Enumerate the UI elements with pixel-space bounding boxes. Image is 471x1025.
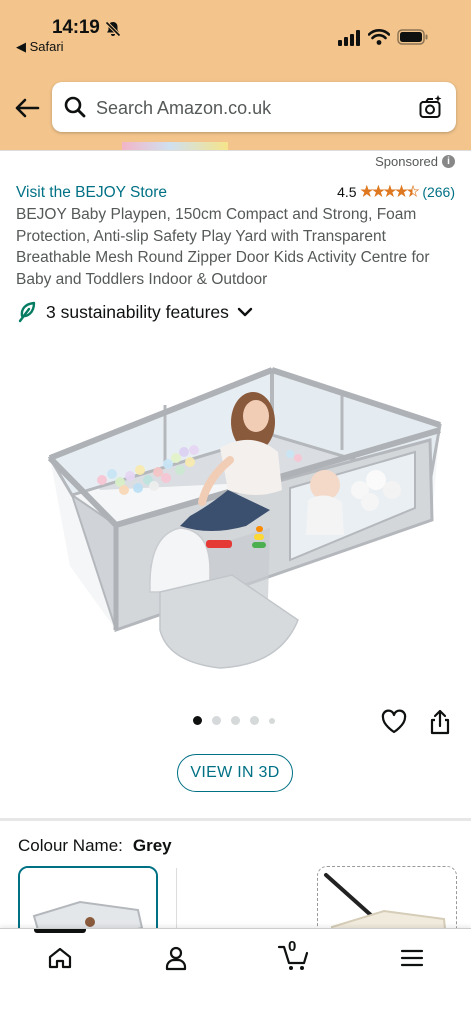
heart-icon[interactable] xyxy=(380,708,408,736)
cellular-signal-icon xyxy=(338,30,360,46)
tab-menu[interactable] xyxy=(392,941,432,975)
carousel-dot-2[interactable] xyxy=(212,716,221,725)
sustainability-label: 3 sustainability features xyxy=(46,301,229,322)
carousel-dot-4[interactable] xyxy=(250,716,259,725)
visit-store-link[interactable]: Visit the BEJOY Store xyxy=(16,184,167,202)
rating-value: 4.5 xyxy=(337,183,357,200)
previous-ad-image-peek xyxy=(122,142,228,150)
carousel-dot-5[interactable] xyxy=(269,717,275,724)
baby-figure xyxy=(306,470,344,535)
user-icon xyxy=(165,946,187,971)
swatch-separator xyxy=(176,868,177,928)
info-icon[interactable]: i xyxy=(442,155,455,168)
tab-account[interactable] xyxy=(156,941,196,975)
section-divider xyxy=(0,818,471,821)
search-input[interactable]: Search Amazon.co.uk xyxy=(96,98,271,119)
chevron-down-icon xyxy=(237,307,253,317)
battery-icon xyxy=(397,29,428,45)
header-divider xyxy=(0,150,471,151)
star-rating-icon: ★★★★★ xyxy=(360,183,419,200)
sustainability-features-toggle[interactable]: 3 sustainability features xyxy=(18,301,253,323)
back-arrow-icon[interactable] xyxy=(12,94,42,122)
carousel-dot-3[interactable] xyxy=(231,716,240,725)
view-in-3d-button[interactable]: VIEW IN 3D xyxy=(177,754,293,792)
review-count-link[interactable]: (266) xyxy=(422,184,455,200)
product-title[interactable]: BEJOY Baby Playpen, 150cm Compact and St… xyxy=(16,204,456,290)
rating-summary[interactable]: 4.5 ★★★★★ (266) xyxy=(337,183,455,200)
hamburger-menu-icon xyxy=(400,949,424,967)
search-icon xyxy=(64,96,86,118)
share-icon[interactable] xyxy=(428,708,452,736)
product-image-playpen[interactable] xyxy=(20,330,452,670)
selected-colour-value: Grey xyxy=(132,836,172,855)
active-tab-indicator xyxy=(34,929,86,933)
search-bar[interactable]: Search Amazon.co.uk xyxy=(52,82,456,132)
home-icon xyxy=(48,947,72,969)
carousel-dot-1[interactable] xyxy=(193,716,202,725)
app-header: 14:19 ◀ Safari Search Amazon.co.uk xyxy=(0,0,471,150)
back-to-safari-link[interactable]: ◀ Safari xyxy=(16,39,64,55)
sponsored-label[interactable]: Sponsored i xyxy=(375,154,455,169)
leaf-icon xyxy=(18,301,36,323)
sponsored-text: Sponsored xyxy=(375,154,438,169)
colour-name-label: Colour Name: xyxy=(18,836,123,855)
image-carousel-dots[interactable] xyxy=(193,716,275,725)
camera-search-icon[interactable] xyxy=(418,94,444,120)
bottom-tab-bar: 0 xyxy=(0,928,471,1025)
status-time: 14:19 xyxy=(52,17,100,38)
silent-bell-icon xyxy=(104,20,122,38)
tab-home[interactable] xyxy=(40,941,80,975)
colour-selector-label: Colour Name: Grey xyxy=(18,836,172,856)
cart-count-badge: 0 xyxy=(288,938,297,955)
wifi-icon xyxy=(368,29,390,45)
